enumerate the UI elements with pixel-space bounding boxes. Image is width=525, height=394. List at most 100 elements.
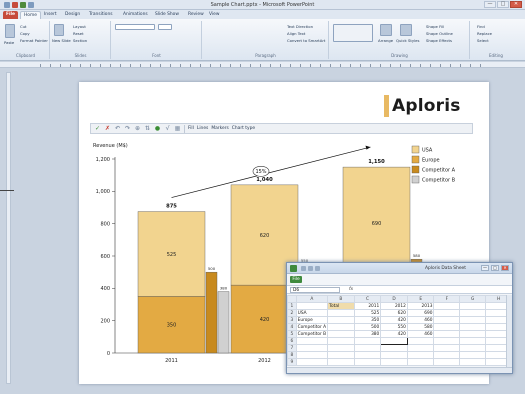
- grid-cell[interactable]: 420: [380, 316, 408, 324]
- record-icon[interactable]: ●: [154, 125, 161, 132]
- tab-file[interactable]: File: [3, 11, 18, 19]
- reset-button[interactable]: Reset: [73, 31, 84, 36]
- quick-styles-button[interactable]: Quick Styles: [396, 38, 419, 43]
- grid-cell[interactable]: 420: [380, 330, 408, 338]
- grid-cell[interactable]: [433, 323, 461, 331]
- grid-cell[interactable]: USA: [295, 309, 329, 317]
- grid-cell[interactable]: [406, 351, 435, 359]
- grid-cell[interactable]: 690: [406, 309, 435, 317]
- datasheet-file-tab[interactable]: File: [290, 276, 302, 283]
- save-icon[interactable]: [301, 266, 306, 271]
- arrange-icon[interactable]: [380, 24, 392, 36]
- redo-icon[interactable]: [315, 266, 320, 271]
- new-slide-button[interactable]: New Slide: [52, 38, 71, 43]
- fill-menu[interactable]: Fill: [188, 126, 194, 131]
- grid-cell[interactable]: [433, 309, 461, 317]
- lines-menu[interactable]: Lines: [197, 126, 208, 131]
- text-direction-button[interactable]: Text Direction: [287, 24, 313, 29]
- grid-cell[interactable]: [380, 358, 408, 366]
- copy-button[interactable]: Copy: [20, 31, 30, 36]
- find-button[interactable]: Find: [477, 24, 485, 29]
- row-header[interactable]: 6: [287, 337, 297, 345]
- grid-cell[interactable]: [327, 337, 355, 345]
- grid-cell[interactable]: [459, 323, 487, 331]
- section-button[interactable]: Section: [73, 38, 87, 43]
- column-header[interactable]: C: [353, 295, 382, 303]
- fx-icon[interactable]: fx: [349, 287, 353, 292]
- grid-cell[interactable]: [433, 337, 461, 345]
- datasheet-minimize-button[interactable]: —: [481, 265, 489, 271]
- undo-icon[interactable]: ↶: [114, 125, 121, 132]
- grid-cell[interactable]: [327, 323, 355, 331]
- row-header[interactable]: 5: [287, 330, 297, 338]
- grid-cell[interactable]: [380, 351, 408, 359]
- grid-cell[interactable]: [353, 344, 382, 352]
- grid-cell[interactable]: [433, 330, 461, 338]
- quick-styles-icon[interactable]: [400, 24, 412, 36]
- grid-cell[interactable]: [459, 358, 487, 366]
- grid-cell[interactable]: [295, 358, 329, 366]
- undo-icon[interactable]: [308, 266, 313, 271]
- vertical-scrollbar[interactable]: [506, 295, 512, 367]
- name-box[interactable]: D6: [290, 287, 340, 293]
- grid-cell[interactable]: [327, 330, 355, 338]
- shape-fill-button[interactable]: Shape Fill: [426, 24, 444, 29]
- grid-cell[interactable]: [459, 337, 487, 345]
- grid-cell[interactable]: [433, 351, 461, 359]
- new-slide-icon[interactable]: [54, 24, 64, 36]
- convert-smartart-button[interactable]: Convert to SmartArt: [287, 38, 325, 43]
- sort-icon[interactable]: ⇅: [144, 125, 151, 132]
- grid-cell[interactable]: 2013: [406, 302, 435, 310]
- column-header[interactable]: F: [433, 295, 461, 303]
- column-header[interactable]: B: [327, 295, 355, 303]
- grid-cell[interactable]: [459, 316, 487, 324]
- grid-cell[interactable]: [353, 351, 382, 359]
- grid-cell[interactable]: Competitor B: [295, 330, 329, 338]
- grid-cell[interactable]: 460: [406, 316, 435, 324]
- grid-cell[interactable]: [295, 302, 329, 310]
- tab-animations[interactable]: Animations: [120, 11, 151, 19]
- row-header[interactable]: 8: [287, 351, 297, 359]
- grid-cell[interactable]: 2012: [380, 302, 408, 310]
- grid-cell[interactable]: [433, 302, 461, 310]
- row-header[interactable]: 2: [287, 309, 297, 317]
- replace-button[interactable]: Replace: [477, 31, 492, 36]
- grid-cell[interactable]: 550: [380, 323, 408, 331]
- tab-review[interactable]: Review: [185, 11, 207, 19]
- grid-cell[interactable]: 580: [406, 323, 435, 331]
- tab-slide-show[interactable]: Slide Show: [152, 11, 182, 19]
- maximize-button[interactable]: □: [497, 1, 509, 8]
- grid-cell[interactable]: [295, 337, 329, 345]
- accept-check-icon[interactable]: ✓: [94, 125, 101, 132]
- grid-cell[interactable]: [433, 316, 461, 324]
- redo-icon[interactable]: ↷: [124, 125, 131, 132]
- select-button[interactable]: Select: [477, 38, 489, 43]
- grid-cell[interactable]: Europe: [295, 316, 329, 324]
- font-size-dropdown[interactable]: [158, 24, 172, 30]
- markers-menu[interactable]: Markers: [211, 126, 228, 131]
- grid-cell[interactable]: 350: [353, 316, 382, 324]
- grid-cell[interactable]: 2011: [353, 302, 382, 310]
- grid-cell[interactable]: [459, 309, 487, 317]
- grid-cell[interactable]: [459, 351, 487, 359]
- row-header[interactable]: 4: [287, 323, 297, 331]
- datasheet-close-button[interactable]: ✕: [501, 265, 509, 271]
- grid-cell[interactable]: [327, 309, 355, 317]
- tab-design[interactable]: Design: [62, 11, 83, 19]
- shape-effects-button[interactable]: Shape Effects: [426, 38, 452, 43]
- grid-cell[interactable]: [327, 316, 355, 324]
- grid-cell[interactable]: [433, 358, 461, 366]
- layout-button[interactable]: Layout: [73, 24, 86, 29]
- grid-cell[interactable]: Competitor A: [295, 323, 329, 331]
- grid-cell[interactable]: [459, 302, 487, 310]
- grid-cell[interactable]: [295, 351, 329, 359]
- format-painter-button[interactable]: Format Painter: [20, 38, 48, 43]
- grid-cell[interactable]: [327, 344, 355, 352]
- row-header[interactable]: 1: [287, 302, 297, 310]
- grid-cell[interactable]: [380, 344, 408, 352]
- grid-cell[interactable]: [433, 344, 461, 352]
- font-format-buttons[interactable]: [115, 35, 195, 42]
- column-header[interactable]: A: [295, 295, 329, 303]
- paste-icon[interactable]: [5, 24, 15, 38]
- grid-cell[interactable]: 500: [353, 323, 382, 331]
